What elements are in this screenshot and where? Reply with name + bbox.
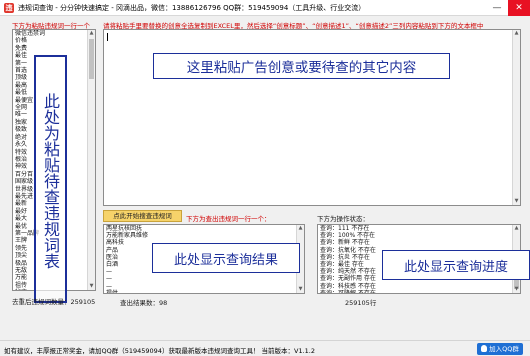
scroll-thumb[interactable] [89, 39, 94, 79]
scroll-up-icon[interactable]: ▲ [88, 30, 95, 37]
scroll-down-icon[interactable]: ▼ [513, 286, 520, 293]
text-caret [107, 33, 108, 41]
join-qq-group-button[interactable]: 加入QQ群 [477, 343, 523, 355]
result-hint-annotation: 此处显示查询结果 [152, 243, 300, 273]
keyword-count-label: 去重后违规词数量：259105 [12, 298, 96, 306]
status-bar: 如有建议，丰厚报正常奖金，请加QQ群（519459094）获取最新版本违规词查询… [0, 340, 530, 356]
result-list-item[interactable]: 提供 [104, 290, 304, 293]
window-controls: — ✕ [486, 0, 530, 16]
scroll-up-icon[interactable]: ▲ [513, 30, 520, 37]
start-query-button[interactable]: 点此开始搜查违规词 [103, 210, 182, 222]
status-bar-text: 如有建议，丰厚报正常奖金，请加QQ群（519459094）获取最新版本违规词查询… [4, 347, 316, 355]
keyword-list-annotation: 此处为粘贴待查违规词表 [34, 55, 67, 303]
progress-hint-annotation: 此处显示查询进度 [382, 250, 530, 280]
status-caption: 下方为操作状态： [317, 215, 369, 223]
status-log-line[interactable]: 查询：科技感 不存在 [318, 283, 520, 290]
main-input-scrollbar[interactable]: ▲ ▼ [512, 30, 520, 205]
join-qq-group-label: 加入QQ群 [489, 345, 519, 353]
scroll-up-icon[interactable]: ▲ [297, 225, 304, 232]
app-icon: 违 [4, 2, 14, 13]
qq-icon [481, 345, 488, 352]
result-list-item[interactable]: — [104, 283, 304, 290]
title-bar: 违 违规词查询 - 分分钟快速搞定 - 冈滴出品，微信：13886126796 … [0, 0, 530, 16]
keyword-list-scrollbar[interactable]: ▲ ▼ [87, 30, 95, 290]
scroll-down-icon[interactable]: ▼ [513, 198, 520, 205]
paste-hint-annotation: 这里粘贴广告创意或要待查的其它内容 [153, 53, 450, 79]
window-title: 违规词查询 - 分分钟快速搞定 - 冈滴出品，微信：13886126796 QQ… [18, 3, 366, 12]
results-caption: 下方为查出违规词一行一个： [186, 215, 271, 223]
scroll-down-icon[interactable]: ▼ [297, 286, 304, 293]
result-list-item[interactable]: 万能新家具维修 [104, 232, 304, 239]
scroll-down-icon[interactable]: ▼ [88, 283, 95, 290]
minimize-icon[interactable]: — [486, 0, 508, 16]
status-log-line[interactable]: 查询：可降解 不存在 [318, 290, 520, 293]
results-count-label: 查出结果数：98 [120, 299, 168, 307]
status-log-line[interactable]: 查询：新鲜 不存在 [318, 239, 520, 246]
keyword-list-item[interactable]: 价格 [13, 37, 95, 44]
status-count-label: 259105行 [345, 299, 377, 307]
scroll-up-icon[interactable]: ▲ [513, 225, 520, 232]
keyword-list-annotation-text: 此处为粘贴待查违规词表 [41, 93, 60, 269]
close-icon[interactable]: ✕ [508, 0, 530, 16]
result-list-item[interactable]: — [104, 275, 304, 282]
